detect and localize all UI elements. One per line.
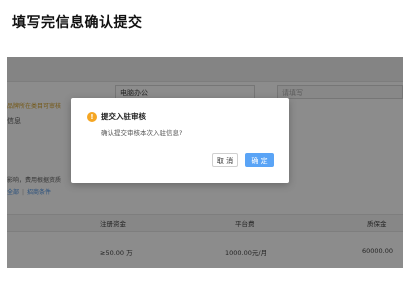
confirm-button[interactable]: 确 定 bbox=[245, 153, 274, 167]
page-title: 填写完信息确认提交 bbox=[12, 15, 143, 31]
warning-icon: ! bbox=[87, 112, 97, 122]
confirm-dialog: ! 提交入驻审核 确认提交审核本次入驻信息? 取 消 确 定 bbox=[71, 98, 289, 183]
dialog-title: 提交入驻审核 bbox=[101, 112, 146, 121]
dialog-message: 确认提交审核本次入驻信息? bbox=[101, 129, 183, 137]
cancel-button[interactable]: 取 消 bbox=[212, 153, 238, 167]
